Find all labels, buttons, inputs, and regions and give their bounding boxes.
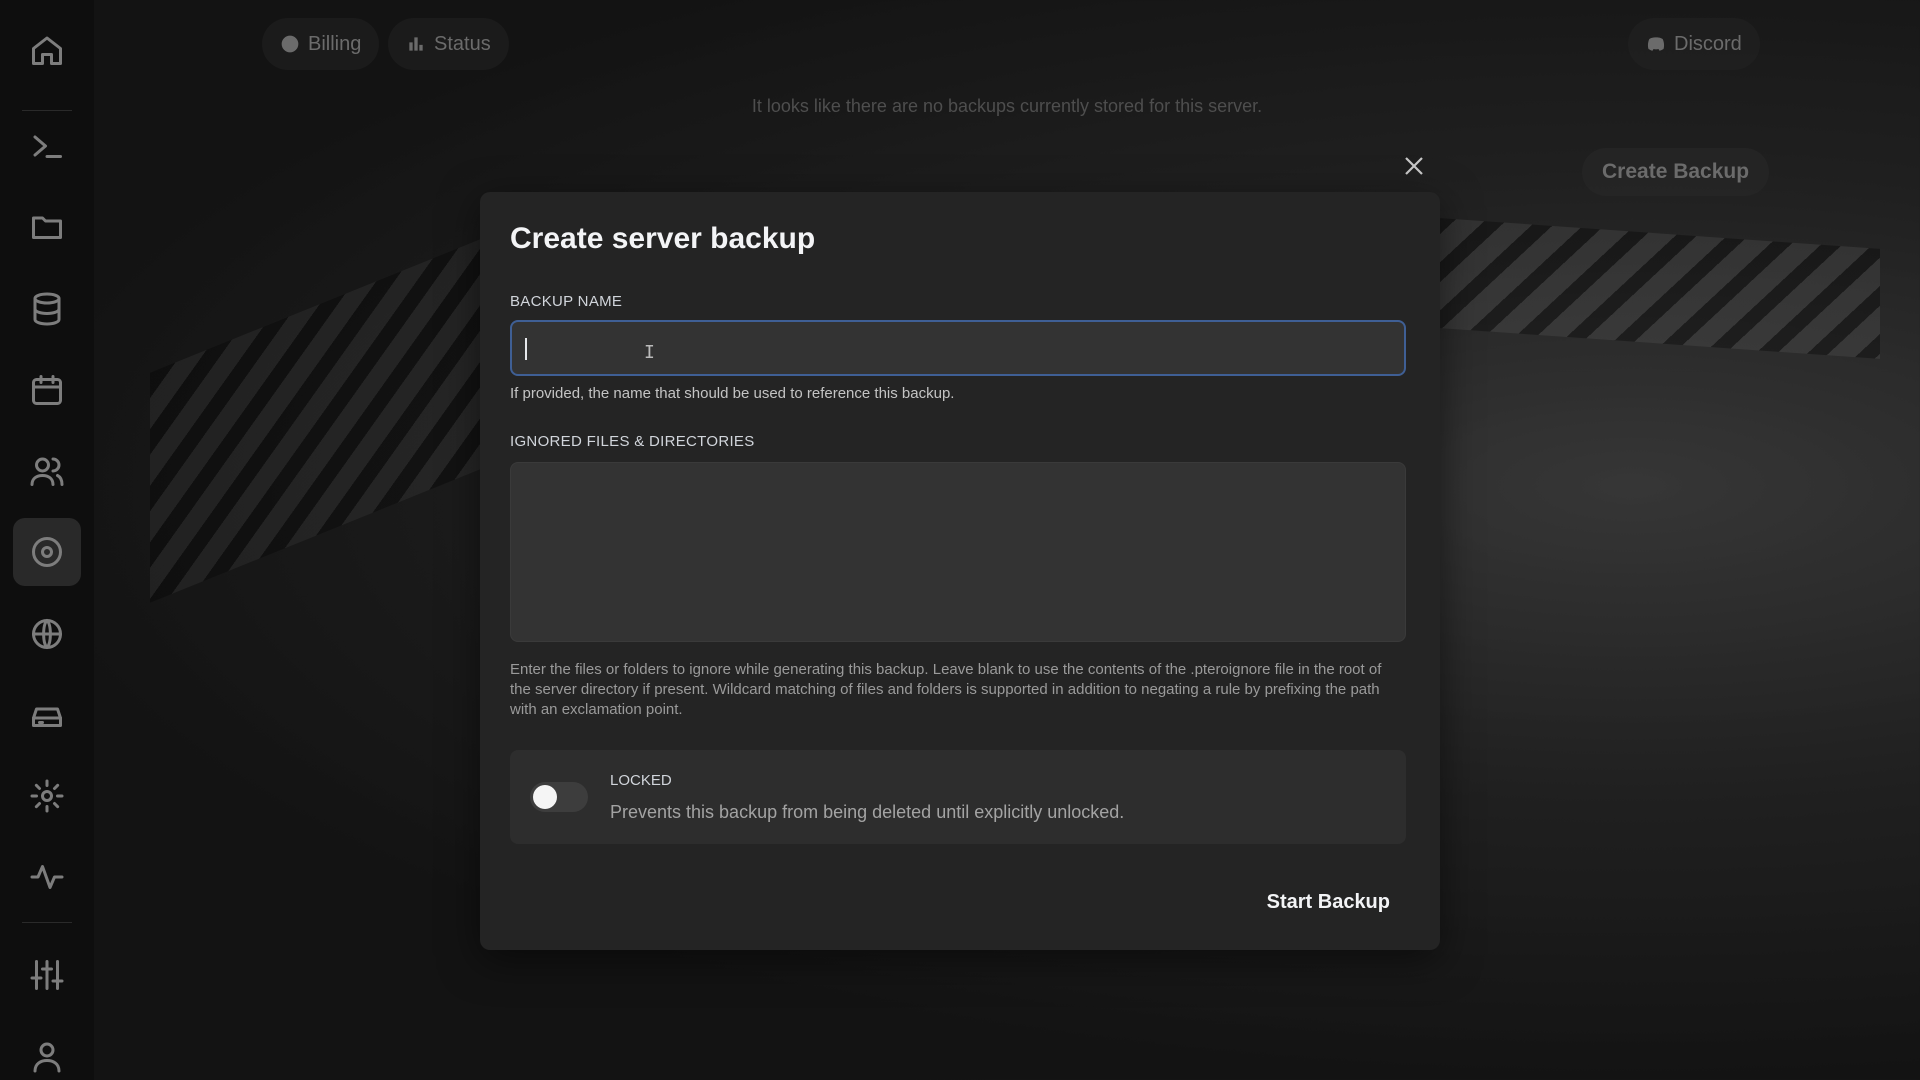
sidebar-item-network[interactable] <box>13 600 81 668</box>
ignored-files-help: Enter the files or folders to ignore whi… <box>510 661 1382 718</box>
locked-description: Prevents this backup from being deleted … <box>610 802 1125 822</box>
sidebar <box>0 0 94 1080</box>
sidebar-item-admin[interactable] <box>13 941 81 1009</box>
empty-backups-message: It looks like there are no backups curre… <box>751 96 1263 116</box>
status-link[interactable]: Status <box>388 18 509 70</box>
ignored-files-label: Ignored Files & Directories <box>510 433 755 450</box>
status-label: Status <box>434 32 491 55</box>
sidebar-item-account[interactable] <box>13 1022 81 1080</box>
hard-drive-icon <box>32 707 62 727</box>
backup-name-label: Backup Name <box>510 293 623 310</box>
database-icon <box>33 292 61 326</box>
activity-icon <box>30 865 64 889</box>
ignored-files-textarea[interactable] <box>510 462 1406 642</box>
sidebar-item-databases[interactable] <box>13 275 81 343</box>
sidebar-item-activity[interactable] <box>13 843 81 911</box>
sidebar-item-startup[interactable] <box>13 681 81 749</box>
user-icon <box>33 1042 61 1073</box>
billing-icon <box>281 35 299 53</box>
billing-link[interactable]: Billing <box>262 18 380 70</box>
calendar-icon <box>32 375 62 405</box>
toggle-knob <box>533 785 557 809</box>
folder-icon <box>32 216 62 239</box>
sidebar-divider <box>22 922 72 923</box>
billing-label: Billing <box>308 32 362 55</box>
ibeam-cursor-icon: I <box>644 342 655 363</box>
sidebar-item-settings[interactable] <box>13 762 81 830</box>
discord-icon <box>1647 37 1665 51</box>
close-modal-button[interactable] <box>1398 150 1430 182</box>
sidebar-item-files[interactable] <box>13 193 81 261</box>
sliders-icon <box>30 960 64 990</box>
locked-label: Locked <box>610 772 672 789</box>
sidebar-item-users[interactable] <box>13 437 81 505</box>
backup-name-help: If provided, the name that should be use… <box>510 385 955 402</box>
bar-chart-icon <box>409 37 423 51</box>
sidebar-item-schedules[interactable] <box>13 356 81 424</box>
home-icon <box>32 36 62 65</box>
gear-icon <box>30 779 64 813</box>
start-backup-button[interactable]: Start Backup <box>1251 880 1406 924</box>
modal-title: Create server backup <box>510 222 816 255</box>
terminal-icon <box>33 135 62 158</box>
locked-toggle[interactable] <box>530 782 588 812</box>
sidebar-item-console[interactable] <box>13 112 81 180</box>
create-backup-modal: Create server backup Backup Name I If pr… <box>480 192 1440 950</box>
sidebar-item-home[interactable] <box>13 16 81 84</box>
text-caret <box>525 338 527 360</box>
backup-icon <box>32 537 62 567</box>
sidebar-item-backups[interactable] <box>13 518 81 586</box>
discord-label: Discord <box>1674 32 1742 55</box>
locked-option: Locked Prevents this backup from being d… <box>510 750 1406 844</box>
create-backup-button[interactable]: Create Backup <box>1582 148 1770 196</box>
users-icon <box>30 457 64 486</box>
globe-icon <box>32 619 62 649</box>
discord-link[interactable]: Discord <box>1628 18 1760 70</box>
close-icon <box>1405 157 1423 175</box>
